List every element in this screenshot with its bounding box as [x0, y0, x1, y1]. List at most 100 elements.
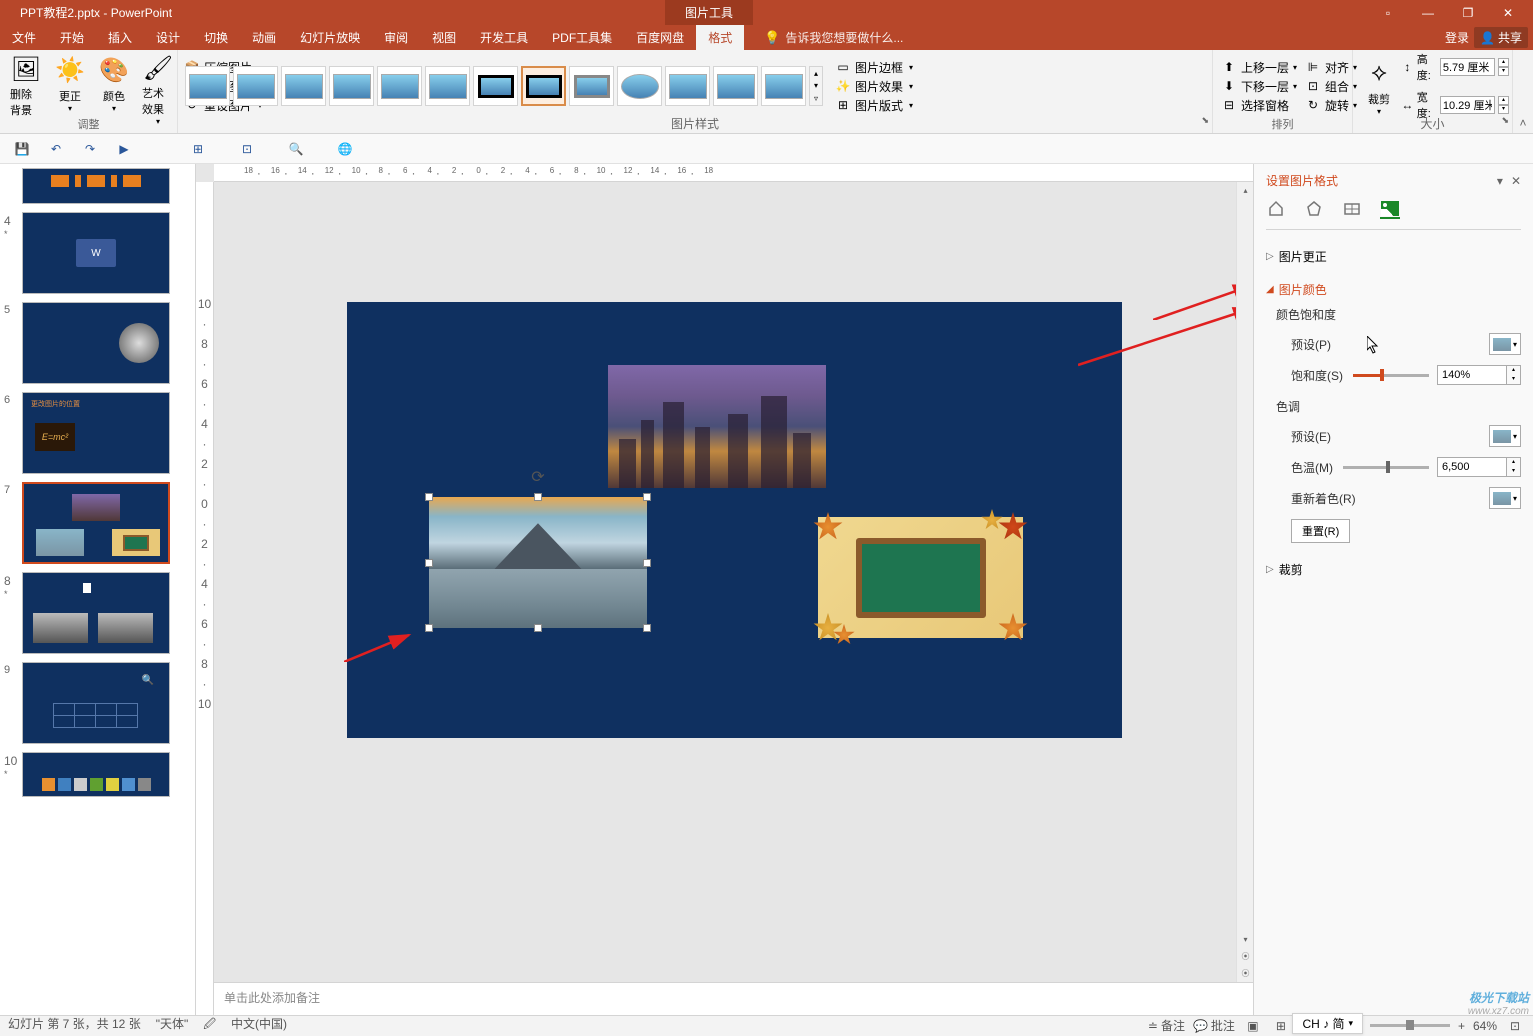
qat-tool-4[interactable]: 🌐: [333, 137, 357, 161]
width-down[interactable]: ▾: [1498, 105, 1509, 114]
size-tab-icon[interactable]: [1342, 199, 1362, 219]
style-item[interactable]: [761, 66, 806, 106]
height-down[interactable]: ▾: [1498, 67, 1509, 76]
tab-animations[interactable]: 动画: [240, 25, 288, 50]
slide-thumb-5[interactable]: [22, 302, 170, 384]
selection-handle[interactable]: [425, 493, 433, 501]
style-item[interactable]: [665, 66, 710, 106]
qat-tool-1[interactable]: ⊞: [186, 137, 210, 161]
picture-border-button[interactable]: ▭图片边框▾: [831, 58, 917, 77]
slide-thumb-10[interactable]: [22, 752, 170, 797]
temperature-input[interactable]: [1438, 458, 1506, 476]
picture-tab-icon[interactable]: [1380, 199, 1400, 219]
temp-down[interactable]: ▾: [1507, 467, 1520, 476]
comments-toggle[interactable]: 💬 批注: [1193, 1017, 1235, 1034]
prev-slide-button[interactable]: ⦿: [1237, 948, 1254, 965]
pane-options-button[interactable]: ▾: [1497, 174, 1503, 188]
slide-thumbnail-panel[interactable]: 4* W 5 6 更改图片的位置 E=mc² 7: [0, 164, 196, 1015]
size-group-label[interactable]: 大小 ⬊: [1353, 115, 1512, 132]
tab-review[interactable]: 审阅: [372, 25, 420, 50]
style-item-selected[interactable]: [521, 66, 566, 106]
style-item[interactable]: [233, 66, 278, 106]
saturation-down[interactable]: ▾: [1507, 375, 1520, 384]
next-slide-button[interactable]: ⦿: [1237, 965, 1254, 982]
height-input[interactable]: [1440, 58, 1495, 76]
restore-button[interactable]: ❐: [1448, 0, 1488, 25]
sorter-view-button[interactable]: ⊞: [1271, 1018, 1291, 1034]
fill-tab-icon[interactable]: [1266, 199, 1286, 219]
qat-tool-3[interactable]: 🔍: [284, 137, 308, 161]
zoom-level[interactable]: 64%: [1473, 1019, 1497, 1033]
picture-color-section[interactable]: ◢ 图片颜色: [1266, 278, 1521, 301]
qat-start-button[interactable]: ▶: [112, 137, 136, 161]
normal-view-button[interactable]: ▣: [1243, 1018, 1263, 1034]
tone-preset-button[interactable]: ▾: [1489, 425, 1521, 447]
picture-styles-gallery[interactable]: ▴▾▿: [182, 63, 826, 109]
width-up[interactable]: ▴: [1498, 96, 1509, 105]
tab-developer[interactable]: 开发工具: [468, 25, 540, 50]
saturation-slider[interactable]: [1353, 374, 1429, 377]
send-backward-button[interactable]: ⬇下移一层▾: [1217, 77, 1301, 96]
picture-effects-button[interactable]: ✨图片效果▾: [831, 77, 917, 96]
style-item[interactable]: [377, 66, 422, 106]
tab-home[interactable]: 开始: [48, 25, 96, 50]
minimize-button[interactable]: —: [1408, 0, 1448, 25]
image-frame[interactable]: [818, 517, 1023, 638]
bring-forward-button[interactable]: ⬆上移一层▾: [1217, 58, 1301, 77]
crop-section[interactable]: ▷ 裁剪: [1266, 558, 1521, 581]
ribbon-display-options-button[interactable]: ▫: [1368, 0, 1408, 25]
effects-tab-icon[interactable]: [1304, 199, 1324, 219]
tab-baidu[interactable]: 百度网盘: [624, 25, 696, 50]
close-button[interactable]: ✕: [1488, 0, 1528, 25]
selection-handle[interactable]: [425, 624, 433, 632]
selection-handle[interactable]: [643, 624, 651, 632]
selection-handle[interactable]: [643, 559, 651, 567]
style-item[interactable]: [473, 66, 518, 106]
slide-thumb-4[interactable]: W: [22, 212, 170, 294]
temp-up[interactable]: ▴: [1507, 458, 1520, 467]
style-item[interactable]: [281, 66, 326, 106]
image-mountain-selected[interactable]: ⟳: [429, 497, 647, 628]
tab-view[interactable]: 视图: [420, 25, 468, 50]
color-button[interactable]: 🎨 颜色 ▾: [92, 52, 136, 120]
height-up[interactable]: ▴: [1498, 58, 1509, 67]
saturation-up[interactable]: ▴: [1507, 366, 1520, 375]
tab-design[interactable]: 设计: [144, 25, 192, 50]
tab-transitions[interactable]: 切换: [192, 25, 240, 50]
slide-canvas[interactable]: ⟳: [347, 302, 1122, 738]
qat-redo-button[interactable]: ↷: [78, 137, 102, 161]
fit-window-button[interactable]: ⊡: [1505, 1018, 1525, 1034]
qat-save-button[interactable]: 💾: [10, 137, 34, 161]
style-item[interactable]: [185, 66, 230, 106]
slide-thumb-6[interactable]: 更改图片的位置 E=mc²: [22, 392, 170, 474]
zoom-in-button[interactable]: +: [1458, 1019, 1465, 1033]
status-language[interactable]: 中文(中国): [231, 1015, 287, 1036]
style-item[interactable]: [617, 66, 662, 106]
notes-toggle[interactable]: ≐ 备注: [1148, 1017, 1185, 1034]
selection-handle[interactable]: [534, 493, 542, 501]
vertical-scrollbar[interactable]: ▴ ▾ ⦿ ⦿: [1236, 182, 1253, 982]
picture-layout-button[interactable]: ⊞图片版式▾: [831, 96, 917, 115]
style-item[interactable]: [425, 66, 470, 106]
login-link[interactable]: 登录: [1445, 29, 1469, 46]
tab-insert[interactable]: 插入: [96, 25, 144, 50]
selection-pane-button[interactable]: ⊟选择窗格: [1217, 96, 1301, 115]
share-button[interactable]: 👤 共享: [1474, 27, 1528, 48]
tell-me-search[interactable]: 💡 告诉我您想要做什么...: [764, 29, 903, 46]
slide-thumb[interactable]: [22, 168, 170, 204]
qat-undo-button[interactable]: ↶: [44, 137, 68, 161]
scroll-up-button[interactable]: ▴: [1237, 182, 1254, 199]
slide-thumb-9[interactable]: 🔍: [22, 662, 170, 744]
qat-tool-2[interactable]: ⊡: [235, 137, 259, 161]
slide-thumb-7-selected[interactable]: [22, 482, 170, 564]
corrections-button[interactable]: ☀️ 更正 ▾: [48, 52, 92, 120]
image-city[interactable]: [608, 365, 826, 488]
tab-format[interactable]: 格式: [696, 25, 744, 50]
remove-background-button[interactable]: 🖼 删除背景: [4, 52, 48, 120]
tab-pdf[interactable]: PDF工具集: [540, 25, 624, 50]
gallery-more-button[interactable]: ▴▾▿: [809, 66, 823, 106]
zoom-slider[interactable]: [1370, 1024, 1450, 1027]
temperature-slider[interactable]: [1343, 466, 1429, 469]
slide-thumb-8[interactable]: [22, 572, 170, 654]
reset-color-button[interactable]: 重置(R): [1291, 519, 1350, 543]
